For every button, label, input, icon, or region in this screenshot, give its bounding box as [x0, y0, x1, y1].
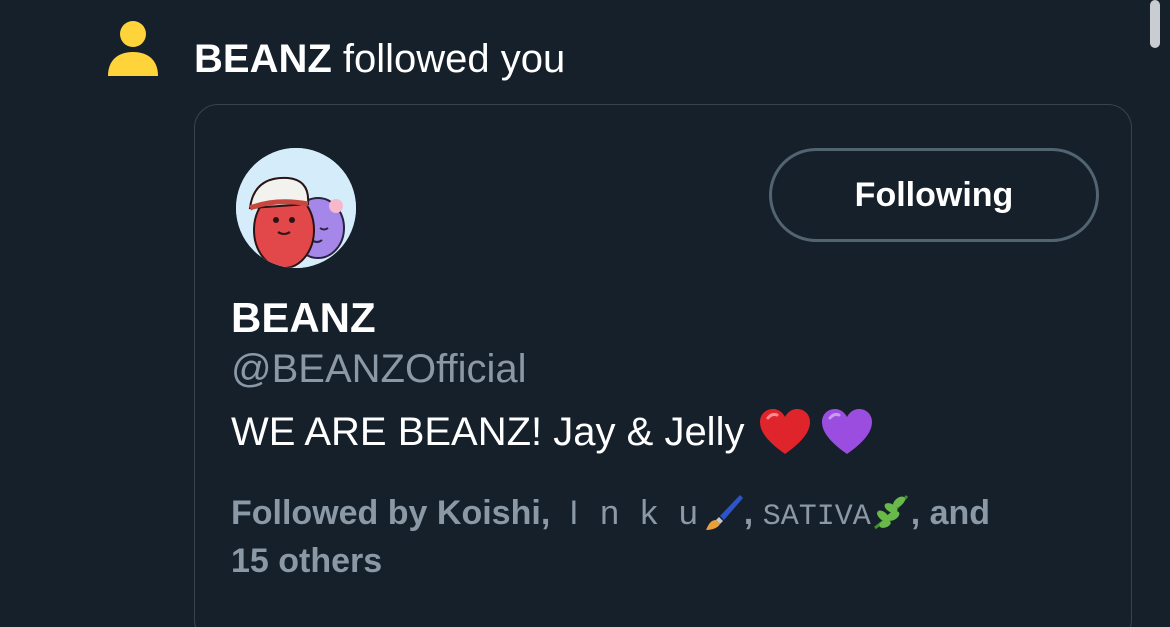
separator: , — [540, 494, 551, 532]
user-handle[interactable]: @BEANZOfficial — [231, 345, 527, 393]
user-card[interactable]: Following BEANZ @BEANZOfficial WE ARE BE… — [194, 104, 1132, 627]
avatar[interactable] — [236, 148, 356, 268]
following-button[interactable]: Following — [769, 148, 1099, 242]
purple-heart-icon — [822, 409, 873, 454]
separator: , — [743, 494, 754, 532]
mutual-user-3[interactable]: SATIVA — [763, 500, 871, 534]
bio-text: WE ARE BEANZ! Jay & Jelly — [231, 410, 745, 454]
followed-by-text[interactable]: Followed by Koishi, I n k u , SATIVA , a… — [231, 491, 1111, 583]
followed-by-suffix: , and — [910, 494, 991, 532]
followed-by-others[interactable]: 15 others — [231, 542, 382, 580]
follower-name[interactable]: BEANZ — [194, 37, 332, 81]
notification-action: followed you — [342, 37, 566, 81]
person-icon — [108, 21, 158, 76]
scrollbar[interactable] — [1150, 0, 1160, 48]
mutual-user-1[interactable]: Koishi — [437, 494, 541, 532]
beanz-avatar — [236, 148, 356, 268]
red-heart-icon — [760, 409, 811, 454]
mutual-user-2[interactable]: I n k u — [569, 494, 704, 532]
followed-by-prefix: Followed by — [231, 494, 428, 532]
user-bio: WE ARE BEANZ! Jay & Jelly — [231, 405, 874, 459]
notification-text: BEANZ followed you — [194, 35, 565, 83]
display-name[interactable]: BEANZ — [231, 293, 376, 343]
paintbrush-icon — [705, 495, 743, 530]
herb-icon — [873, 495, 908, 530]
